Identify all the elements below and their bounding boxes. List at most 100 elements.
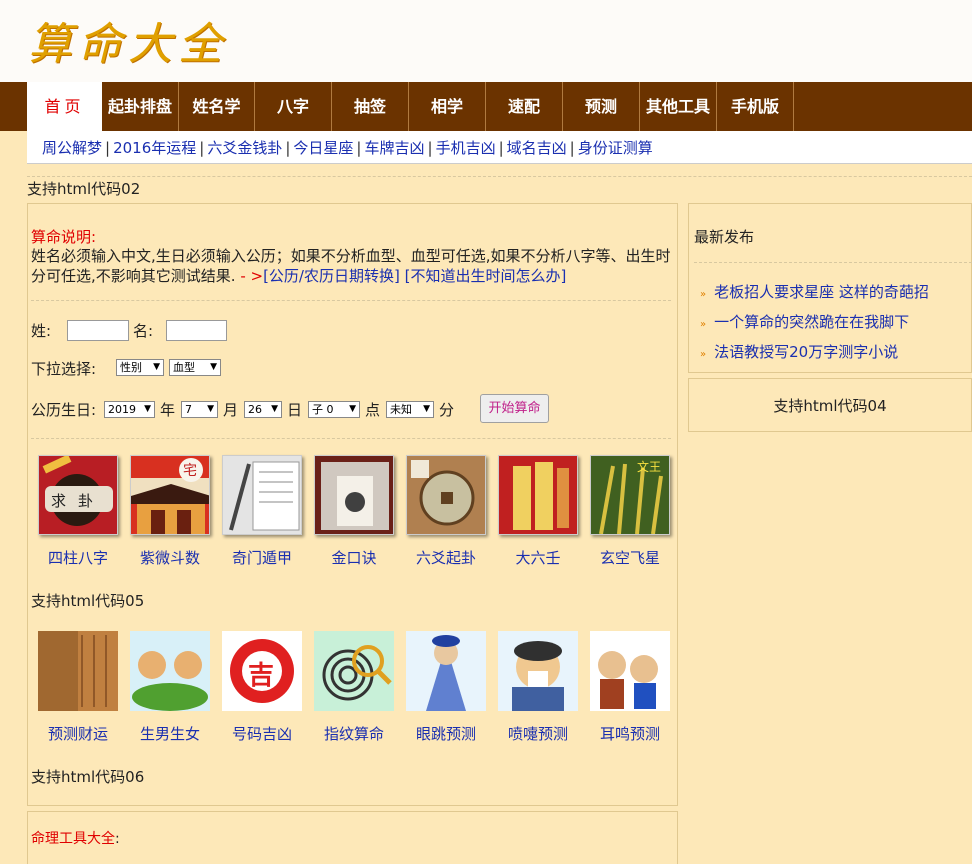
blood-type-select[interactable]: 血型 [169, 359, 221, 376]
subnav-link[interactable]: 今日星座 [293, 139, 353, 157]
divider [694, 262, 972, 263]
nav-item-supei[interactable]: 速配 [486, 82, 563, 131]
tool-label[interactable]: 预测财运 [30, 723, 126, 744]
nav-item-home[interactable]: 首页 [27, 82, 102, 131]
header: 算命大全 [0, 0, 972, 82]
divider [31, 300, 671, 301]
tools-panel-title: 命理工具大全: [31, 828, 120, 848]
subnav-link[interactable]: 2016年运程 [113, 139, 196, 157]
tool-label[interactable]: 大六壬 [490, 547, 586, 568]
news-item-title[interactable]: 老板招人要求星座 这样的奇葩招 [714, 283, 929, 301]
minute-unit: 分 [439, 401, 455, 419]
tools-panel-title-text: 命理工具大全 [31, 831, 115, 847]
tool-label[interactable]: 玄空飞星 [582, 547, 678, 568]
minute-select[interactable]: 未知 [386, 401, 434, 418]
tool-label[interactable]: 指纹算命 [306, 723, 402, 744]
latest-title: 最新发布 [694, 228, 755, 246]
tool-label[interactable]: 紫微斗数 [122, 547, 218, 568]
subnav-link[interactable]: 车牌吉凶 [364, 139, 424, 157]
penti-image [498, 631, 578, 711]
jinkoujue-tile[interactable] [314, 455, 394, 535]
sidebar-placeholder-panel: 支持html代码04 [688, 378, 972, 432]
year-select[interactable]: 2019 [104, 401, 155, 418]
given-name-label: 名: [133, 322, 154, 340]
nav-item-xingming[interactable]: 姓名学 [179, 82, 255, 131]
tool-label[interactable]: 金口诀 [306, 547, 402, 568]
bullet-icon: » [700, 349, 707, 360]
caiyun-image [38, 631, 118, 711]
surname-input[interactable] [67, 320, 129, 341]
unknown-birth-time-link[interactable]: [不知道出生时间怎么办] [405, 267, 567, 285]
qimen-dunjia-tile[interactable] [222, 455, 302, 535]
jinkoujue-image [315, 456, 393, 534]
xuankong-tile-text: 文王 [637, 460, 662, 474]
liuyao-qigua-image [407, 456, 485, 534]
tools-panel-title-colon: : [115, 831, 120, 847]
news-item[interactable]: » 一个算命的突然跪在在我脚下 [700, 311, 909, 332]
tool-label[interactable]: 眼跳预测 [398, 723, 494, 744]
zhiwen-image [314, 631, 394, 711]
tool-label[interactable]: 生男生女 [122, 723, 218, 744]
calendar-convert-link[interactable]: [公历/农历日期转换] [263, 267, 400, 285]
subnav-link[interactable]: 域名吉凶 [507, 139, 567, 157]
news-item[interactable]: » 法语教授写20万字测字小说 [700, 341, 898, 362]
tool-label[interactable]: 号码吉凶 [214, 723, 310, 744]
nav-item-mobile[interactable]: 手机版 [717, 82, 794, 131]
sizhu-tile-text: 求卦 [51, 492, 106, 510]
news-item[interactable]: » 老板招人要求星座 这样的奇葩招 [700, 281, 929, 302]
news-item-title[interactable]: 一个算命的突然跪在在我脚下 [714, 313, 909, 331]
caiyun-tile[interactable] [38, 631, 118, 711]
hour-unit: 点 [365, 401, 381, 419]
html-placeholder-05: 支持html代码05 [31, 592, 145, 610]
news-item-title[interactable]: 法语教授写20万字测字小说 [714, 343, 898, 361]
year-unit: 年 [160, 401, 176, 419]
main-nav: 首页 起卦排盘 姓名学 八字 抽签 相学 速配 预测 其他工具 手机版 [0, 82, 972, 131]
erming-tile[interactable] [590, 631, 670, 711]
qimen-dunjia-image [223, 456, 301, 534]
nav-item-chouqian[interactable]: 抽签 [332, 82, 409, 131]
given-name-input[interactable] [166, 320, 227, 341]
start-button[interactable]: 开始算命 [480, 394, 549, 423]
site-logo[interactable]: 算命大全 [28, 8, 228, 72]
yantiao-image [406, 631, 486, 711]
bullet-icon: » [700, 319, 707, 330]
shengnan-shengnv-tile[interactable] [130, 631, 210, 711]
nav-item-bazi[interactable]: 八字 [255, 82, 332, 131]
ziwei-tile-text: 宅 [183, 463, 197, 479]
liuyao-qigua-tile[interactable] [406, 455, 486, 535]
divider [27, 176, 972, 177]
notice-text: 姓名必须输入中文,生日必须输入公历；如果不分析血型、血型可任选,如果不分析八字等… [31, 246, 671, 286]
tool-label[interactable]: 耳鸣预测 [582, 723, 678, 744]
yantiao-tile[interactable] [406, 631, 486, 711]
subnav-link[interactable]: 六爻金钱卦 [207, 139, 282, 157]
nav-item-other-tools[interactable]: 其他工具 [640, 82, 717, 131]
xuankong-feixing-tile[interactable]: 文王 [590, 455, 670, 535]
tool-label[interactable]: 六爻起卦 [398, 547, 494, 568]
day-select[interactable]: 26 [244, 401, 282, 418]
dropdown-label: 下拉选择: [31, 360, 97, 378]
tool-label[interactable]: 四柱八字 [30, 547, 126, 568]
nav-item-yuce[interactable]: 预测 [563, 82, 640, 131]
subnav-link[interactable]: 周公解梦 [42, 139, 102, 157]
nav-item-xiangxue[interactable]: 相学 [409, 82, 486, 131]
ziwei-doushu-tile[interactable]: 宅 [130, 455, 210, 535]
zhiwen-tile[interactable] [314, 631, 394, 711]
divider [31, 438, 671, 439]
ziwei-doushu-image [131, 456, 209, 534]
nav-item-qigua[interactable]: 起卦排盘 [102, 82, 179, 131]
daliuren-tile[interactable] [498, 455, 578, 535]
tool-label[interactable]: 奇门遁甲 [214, 547, 310, 568]
subnav-link[interactable]: 手机吉凶 [436, 139, 496, 157]
month-unit: 月 [223, 401, 239, 419]
sizhu-bazi-tile[interactable]: 求卦 [38, 455, 118, 535]
tools-panel [27, 811, 678, 864]
hour-select[interactable]: 子 0 [308, 401, 360, 418]
penti-tile[interactable] [498, 631, 578, 711]
notice-title: 算命说明: [31, 228, 97, 246]
html-placeholder-04: 支持html代码04 [773, 397, 887, 415]
tool-label[interactable]: 喷嚏预测 [490, 723, 586, 744]
haoma-jixiong-tile[interactable]: 吉 [222, 631, 302, 711]
subnav-link[interactable]: 身份证测算 [578, 139, 653, 157]
month-select[interactable]: 7 [181, 401, 218, 418]
gender-select[interactable]: 性别 [116, 359, 164, 376]
